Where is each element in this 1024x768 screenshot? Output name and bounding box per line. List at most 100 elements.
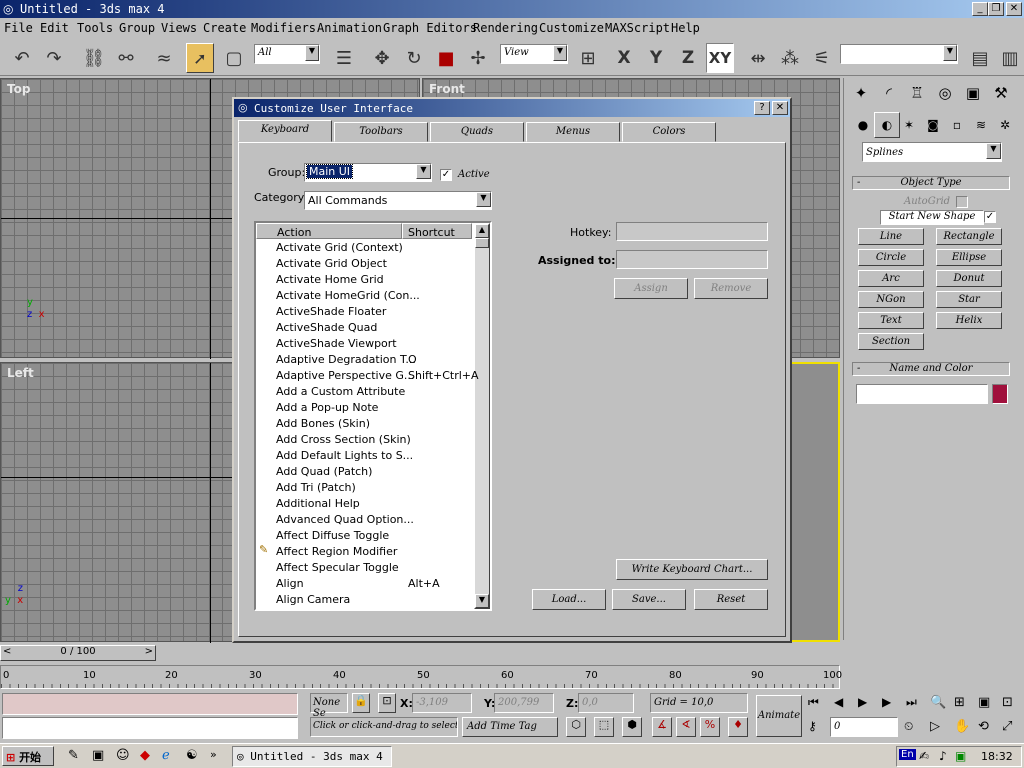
zoom-extents-all-icon[interactable]: ⊡: [1002, 695, 1013, 710]
scale-icon[interactable]: ■: [432, 43, 460, 73]
region-select-icon[interactable]: ▢: [220, 43, 248, 73]
spinner-snap-icon[interactable]: %: [700, 717, 720, 737]
pan-icon[interactable]: ✋: [954, 719, 970, 734]
maxscript-input[interactable]: [2, 717, 298, 739]
action-row-name[interactable]: Add Tri (Patch): [276, 481, 356, 494]
ie-icon[interactable]: ℯ: [162, 748, 170, 763]
action-row-name[interactable]: Additional Help: [276, 497, 360, 510]
action-row-name[interactable]: Activate Grid (Context): [276, 241, 403, 254]
column-header-shortcut[interactable]: Shortcut: [402, 223, 472, 239]
schematic-view-icon[interactable]: ▥: [996, 43, 1024, 73]
named-selection-dropdown[interactable]: ▼: [840, 44, 958, 64]
chevron-left-icon[interactable]: <: [3, 646, 11, 657]
action-row-name[interactable]: Add Default Lights to S...: [276, 449, 413, 462]
action-row-name[interactable]: ActiveShade Floater: [276, 305, 386, 318]
systems-icon[interactable]: ✲: [992, 112, 1018, 138]
viewport-label[interactable]: Top: [7, 82, 30, 96]
column-header-action[interactable]: Action: [256, 223, 402, 239]
scrollbar[interactable]: ▲ ▼: [474, 223, 490, 609]
current-frame-field[interactable]: 0: [830, 717, 898, 737]
key-mode-icon[interactable]: ⚷: [808, 719, 817, 733]
menu-create[interactable]: Create: [203, 21, 246, 35]
menu-customize[interactable]: Customize: [539, 21, 604, 35]
create-tab-icon[interactable]: ✦: [848, 80, 874, 106]
tab-menus[interactable]: Menus: [526, 122, 620, 142]
maximize-viewport-icon[interactable]: ⤢: [1002, 719, 1012, 734]
undo-icon[interactable]: ↶: [8, 43, 36, 73]
time-slider[interactable]: < 0 / 100 >: [0, 645, 156, 661]
menu-help[interactable]: Help: [671, 21, 700, 35]
volume-icon[interactable]: ♪: [939, 749, 947, 763]
group-dropdown[interactable]: Main UI ▼: [304, 163, 432, 182]
category-dropdown[interactable]: Splines ▼: [862, 142, 1002, 162]
action-row-name[interactable]: Adaptive Perspective G...: [276, 369, 414, 382]
language-indicator[interactable]: En: [899, 749, 916, 760]
bind-space-warp-icon[interactable]: ≈: [150, 43, 178, 73]
x-coordinate-field[interactable]: -3,109: [412, 693, 472, 713]
snap-icon[interactable]: ⬡: [566, 717, 586, 737]
action-row-name[interactable]: Add Quad (Patch): [276, 465, 372, 478]
menu-tools[interactable]: Tools: [77, 21, 113, 35]
menu-group[interactable]: Group: [119, 21, 155, 35]
start-button[interactable]: ⊞ 开始: [2, 746, 54, 766]
action-row-name[interactable]: Affect Region Modifier: [276, 545, 397, 558]
zoom-icon[interactable]: 🔍: [930, 695, 946, 710]
circle-button[interactable]: Circle: [858, 249, 924, 266]
ellipse-button[interactable]: Ellipse: [936, 249, 1002, 266]
action-list[interactable]: Action Shortcut ▲ ▼ ✎ Activate Grid (Con…: [254, 221, 492, 611]
rectangle-button[interactable]: Rectangle: [936, 228, 1002, 245]
viewport-label[interactable]: Front: [429, 82, 465, 96]
track-view-icon[interactable]: ▤: [966, 43, 994, 73]
display-tab-icon[interactable]: ▣: [960, 80, 986, 106]
geometry-icon[interactable]: ●: [850, 112, 876, 138]
helpers-icon[interactable]: ▫: [944, 112, 970, 138]
action-row-name[interactable]: Activate Home Grid: [276, 273, 384, 286]
go-to-start-icon[interactable]: ⏮: [808, 695, 819, 710]
previous-frame-icon[interactable]: ◀: [834, 695, 843, 709]
start-new-shape-checkbox[interactable]: ✓: [984, 211, 996, 223]
tab-colors[interactable]: Colors: [622, 122, 716, 142]
chevron-down-icon[interactable]: ▼: [476, 192, 491, 207]
section-button[interactable]: Section: [858, 333, 924, 350]
menu-modifiers[interactable]: Modifiers: [251, 21, 316, 35]
menu-graph-editors[interactable]: Graph Editors: [383, 21, 477, 35]
action-row-name[interactable]: Affect Diffuse Toggle: [276, 529, 389, 542]
zoom-all-icon[interactable]: ⊞: [954, 695, 965, 710]
chevron-down-icon[interactable]: ▼: [305, 45, 319, 61]
action-row-name[interactable]: Add a Pop-up Note: [276, 401, 378, 414]
quicklaunch-icon[interactable]: ◆: [140, 748, 150, 763]
maximize-button[interactable]: ❐: [988, 2, 1004, 16]
remove-button[interactable]: Remove: [694, 278, 768, 299]
play-icon[interactable]: ▶: [858, 695, 867, 709]
chevron-down-icon[interactable]: ▼: [943, 45, 957, 61]
helix-button[interactable]: Helix: [936, 312, 1002, 329]
chevron-down-icon[interactable]: ▼: [986, 143, 1001, 159]
load-button[interactable]: Load...: [532, 589, 606, 610]
menu-rendering[interactable]: Rendering: [473, 21, 538, 35]
space-warps-icon[interactable]: ≋: [968, 112, 994, 138]
select-link-icon[interactable]: ⛓: [80, 43, 108, 73]
action-row-name[interactable]: Add Cross Section (Skin): [276, 433, 411, 446]
track-bar[interactable]: 0 10 20 30 40 50 60 70 80 90 100: [0, 665, 842, 689]
motion-tab-icon[interactable]: ◎: [932, 80, 958, 106]
field-of-view-icon[interactable]: ▷: [930, 719, 940, 734]
quicklaunch-icon[interactable]: ✎: [68, 748, 79, 763]
utilities-tab-icon[interactable]: ⚒: [988, 80, 1014, 106]
chevron-right-icon[interactable]: >: [145, 646, 153, 657]
selection-filter-dropdown[interactable]: All ▼: [254, 44, 320, 64]
lights-icon[interactable]: ✶: [896, 112, 922, 138]
redo-icon[interactable]: ↷: [40, 43, 68, 73]
hierarchy-tab-icon[interactable]: ♖: [904, 80, 930, 106]
tab-quads[interactable]: Quads: [430, 122, 524, 142]
action-row-name[interactable]: Align: [276, 577, 304, 590]
axis-xy-button[interactable]: XY: [706, 43, 734, 73]
quicklaunch-icon[interactable]: ☺: [116, 748, 130, 763]
rollout-name-and-color[interactable]: - Name and Color: [852, 362, 1010, 376]
task-button-3dsmax[interactable]: ◎ Untitled - 3ds max 4: [232, 746, 392, 767]
next-frame-icon[interactable]: ▶: [882, 695, 891, 709]
action-row-name[interactable]: Add a Custom Attribute: [276, 385, 405, 398]
action-row-name[interactable]: Adaptive Degradation T...: [276, 353, 416, 366]
select-by-name-icon[interactable]: ☰: [330, 43, 358, 73]
scroll-thumb[interactable]: [475, 238, 489, 248]
category-dropdown[interactable]: All Commands ▼: [304, 191, 492, 210]
